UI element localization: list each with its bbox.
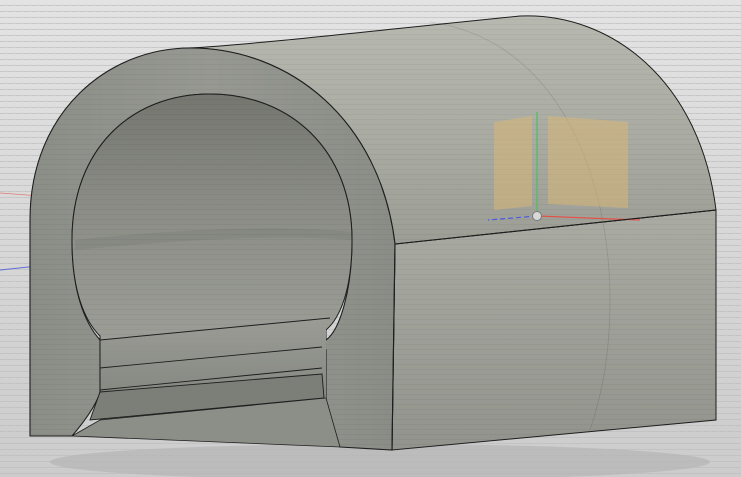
3d-viewport[interactable] — [0, 0, 741, 477]
origin-point-icon[interactable] — [532, 211, 542, 221]
origin-plane-icon[interactable] — [494, 116, 532, 210]
origin-plane-icon[interactable] — [548, 116, 628, 208]
side-face-texture — [392, 210, 716, 450]
viewport-canvas[interactable] — [0, 0, 741, 477]
